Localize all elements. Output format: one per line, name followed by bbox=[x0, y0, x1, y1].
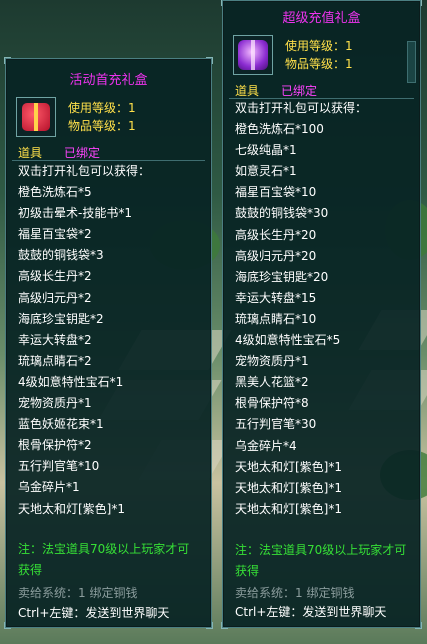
item-category: 道具 bbox=[235, 84, 260, 98]
item-title: 超级充值礼盒 bbox=[282, 11, 361, 26]
tooltip-panel-right: 超级充值礼盒 使用等级：1 物品等级：1 道具 已绑定 双击打开礼包可以获得： 橙… bbox=[221, 0, 422, 629]
item-meta: 使用等级：1 物品等级：1 bbox=[68, 99, 136, 135]
item-icon-box bbox=[233, 35, 273, 75]
reward-item: 天地太和灯[紫色]*1 bbox=[235, 480, 342, 495]
item-level-label: 物品等级： bbox=[285, 57, 346, 71]
reward-item: 黑美人花篮*2 bbox=[235, 375, 309, 390]
tooltip-panel-left: 活动首充礼盒 使用等级：1 物品等级：1 道具 已绑定 双击打开礼包可以获得： 橙… bbox=[4, 57, 213, 629]
item-category: 道具 bbox=[18, 146, 43, 160]
reward-list: 双击打开礼包可以获得： 橙色洗炼石*5 初级击晕术-技能书*1 福星百宝袋*2 鼓鼓的… bbox=[18, 161, 150, 520]
sell-price: 卖给系统：1 绑定铜钱 bbox=[235, 586, 355, 600]
reward-item: 根骨保护符*2 bbox=[18, 438, 92, 453]
scroll-thumb[interactable] bbox=[407, 41, 416, 83]
reward-item: 琉璃点睛石*10 bbox=[235, 311, 317, 326]
reward-item: 橙色洗炼石*100 bbox=[235, 122, 324, 137]
reward-item: 海底珍宝钥匙*2 bbox=[18, 311, 104, 326]
note-line-2: 获得 bbox=[235, 564, 260, 578]
ctrl-hint: Ctrl+左键：发送到世界聊天 bbox=[235, 605, 387, 619]
reward-item: 五行判官笔*30 bbox=[235, 417, 317, 432]
bound-status: 已绑定 bbox=[281, 84, 318, 98]
reward-item: 幸运大转盘*15 bbox=[235, 290, 317, 305]
reward-item: 鼓鼓的铜钱袋*3 bbox=[18, 248, 104, 263]
reward-item: 幸运大转盘*2 bbox=[18, 332, 92, 347]
item-type-row: 道具 已绑定 bbox=[235, 82, 317, 99]
restriction-note: 注：法宝道具70级以上玩家才可 获得 bbox=[18, 539, 208, 581]
reward-item: 宠物资质丹*1 bbox=[18, 396, 92, 411]
reward-item: 宠物资质丹*1 bbox=[235, 354, 309, 369]
reward-item: 高级归元丹*20 bbox=[235, 248, 317, 263]
reward-item: 海底珍宝钥匙*20 bbox=[235, 269, 329, 284]
reward-item: 五行判官笔*10 bbox=[18, 459, 100, 474]
reward-item: 高级长生丹*20 bbox=[235, 227, 317, 242]
note-line-1: 注：法宝道具70级以上玩家才可 bbox=[18, 542, 190, 556]
bound-status: 已绑定 bbox=[64, 146, 101, 160]
note-line-1: 注：法宝道具70级以上玩家才可 bbox=[235, 543, 407, 557]
reward-item: 蓝色妖姬花束*1 bbox=[18, 417, 104, 432]
reward-item: 乌金碎片*1 bbox=[18, 480, 80, 495]
reward-intro: 双击打开礼包可以获得： bbox=[18, 164, 151, 178]
reward-item: 七级纯晶*1 bbox=[235, 143, 297, 158]
ctrl-hint: Ctrl+左键：发送到世界聊天 bbox=[18, 606, 170, 620]
item-icon-box bbox=[16, 97, 56, 137]
reward-item: 琉璃点睛石*2 bbox=[18, 353, 92, 368]
reward-item: 初级击晕术-技能书*1 bbox=[18, 206, 132, 221]
item-meta: 使用等级：1 物品等级：1 bbox=[285, 37, 353, 73]
red-gift-box-icon bbox=[22, 103, 50, 131]
item-title: 活动首充礼盒 bbox=[69, 73, 148, 88]
reward-item: 如意灵石*1 bbox=[235, 164, 297, 179]
reward-intro: 双击打开礼包可以获得： bbox=[235, 101, 368, 115]
reward-item: 高级长生丹*2 bbox=[18, 269, 92, 284]
reward-item: 高级归元丹*2 bbox=[18, 290, 92, 305]
reward-list: 双击打开礼包可以获得： 橙色洗炼石*100 七级纯晶*1 如意灵石*1 福星百宝袋*1… bbox=[235, 98, 367, 520]
item-type-row: 道具 已绑定 bbox=[18, 144, 100, 161]
item-level-value: 1 bbox=[128, 119, 136, 133]
reward-item: 天地太和灯[紫色]*1 bbox=[235, 459, 342, 474]
use-level-value: 1 bbox=[128, 101, 136, 115]
use-level-label: 使用等级： bbox=[68, 101, 129, 115]
reward-item: 根骨保护符*8 bbox=[235, 396, 309, 411]
reward-item: 4级如意特性宝石*5 bbox=[235, 333, 341, 348]
note-line-2: 获得 bbox=[18, 563, 43, 577]
item-level-value: 1 bbox=[345, 57, 353, 71]
purple-gift-box-icon bbox=[238, 40, 268, 70]
use-level-value: 1 bbox=[345, 39, 353, 53]
reward-item: 4级如意特性宝石*1 bbox=[18, 374, 124, 389]
item-level-label: 物品等级： bbox=[68, 119, 129, 133]
reward-item: 橙色洗炼石*5 bbox=[18, 185, 92, 200]
restriction-note: 注：法宝道具70级以上玩家才可 获得 bbox=[235, 540, 420, 582]
reward-item: 天地太和灯[紫色]*1 bbox=[18, 501, 125, 516]
reward-item: 天地太和灯[紫色]*1 bbox=[235, 501, 342, 516]
reward-item: 乌金碎片*4 bbox=[235, 438, 297, 453]
sell-price: 卖给系统：1 绑定铜钱 bbox=[18, 586, 138, 600]
reward-item: 福星百宝袋*2 bbox=[18, 227, 92, 242]
reward-item: 鼓鼓的铜钱袋*30 bbox=[235, 206, 329, 221]
use-level-label: 使用等级： bbox=[285, 39, 346, 53]
reward-item: 福星百宝袋*10 bbox=[235, 185, 317, 200]
